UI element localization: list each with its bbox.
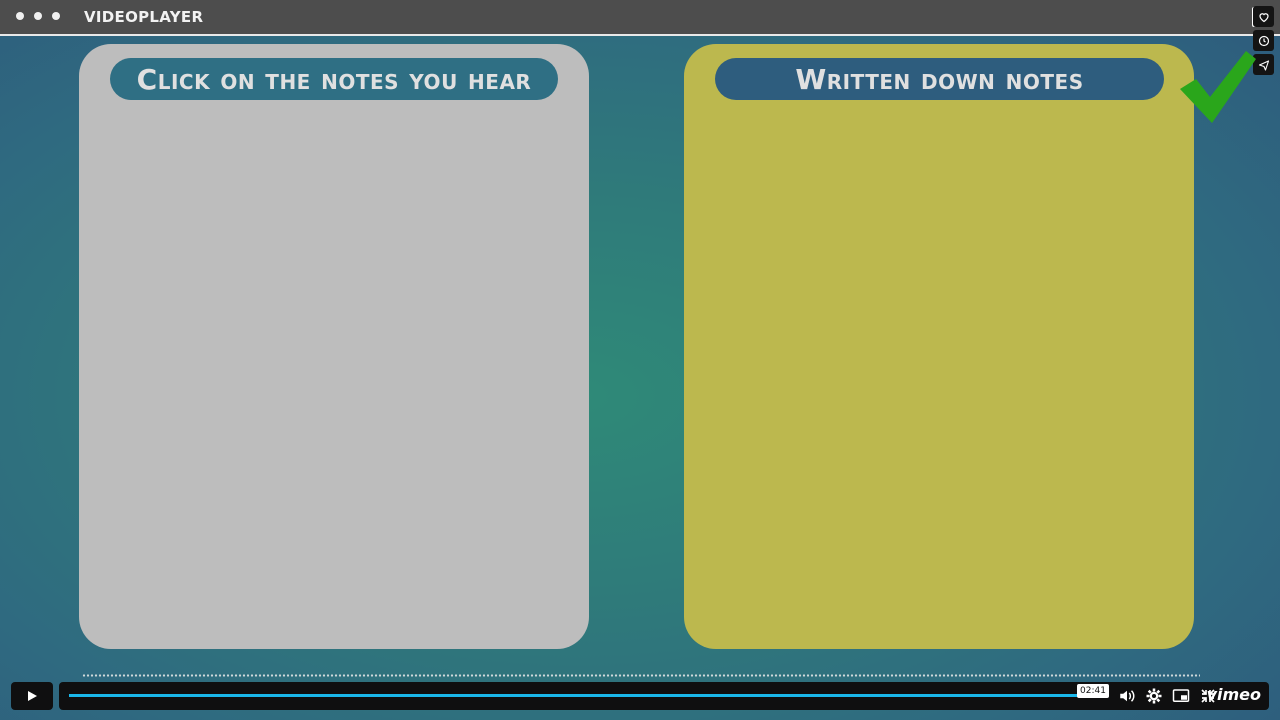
control-icons (1117, 686, 1218, 706)
written-notes-panel: Written down notes (684, 44, 1194, 649)
window-dot-3[interactable] (52, 12, 60, 20)
window-dot-1[interactable] (16, 12, 24, 20)
progress-track[interactable]: 02:41 (69, 684, 1109, 698)
volume-button[interactable] (1117, 686, 1137, 706)
window-dot-2[interactable] (34, 12, 42, 20)
play-button[interactable] (11, 682, 53, 710)
play-icon (28, 691, 37, 701)
send-icon (1258, 59, 1269, 71)
window-controls[interactable] (16, 12, 60, 20)
scrub-preview-strip (82, 674, 1200, 677)
window-titlebar: VIDEOPLAYER (0, 0, 1280, 36)
notes-heard-panel[interactable]: Click on the notes you hear (79, 44, 589, 649)
window-title: VIDEOPLAYER (84, 8, 204, 26)
checkmark-icon (1180, 51, 1256, 123)
volume-icon (1120, 690, 1135, 702)
progress-played (69, 694, 1104, 697)
clock-icon (1258, 35, 1269, 46)
settings-button[interactable] (1144, 686, 1164, 706)
vimeo-logo[interactable]: vimeo (1207, 685, 1261, 704)
picture-in-picture-icon (1172, 689, 1190, 702)
written-notes-heading: Written down notes (715, 58, 1164, 100)
notes-heard-heading: Click on the notes you hear (110, 58, 558, 100)
time-tooltip: 02:41 (1077, 684, 1109, 698)
heart-icon (1258, 12, 1269, 22)
control-bar: 02:41 vimeo (59, 682, 1269, 710)
pip-button[interactable] (1171, 686, 1191, 706)
like-button[interactable] (1253, 6, 1274, 27)
gear-icon (1146, 688, 1162, 704)
video-controls: 02:41 vimeo (0, 682, 1280, 710)
